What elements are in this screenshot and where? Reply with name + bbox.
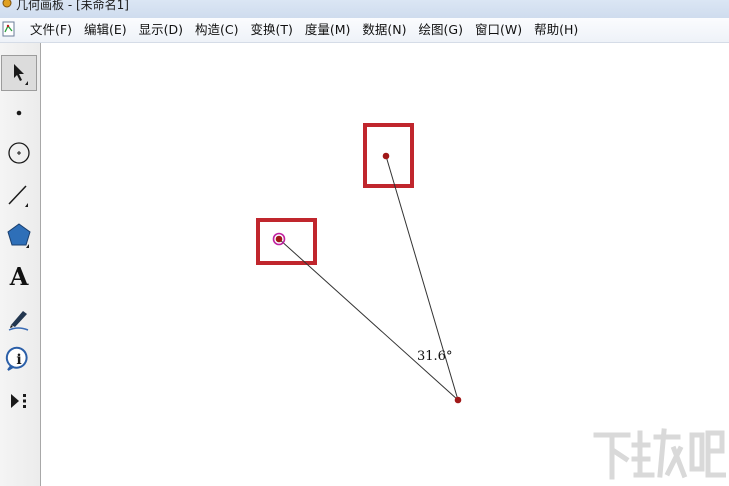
information-tool[interactable]: i [1, 341, 37, 377]
menu-measure[interactable]: 度量(M) [299, 22, 357, 38]
window-title: 几何画板 - [未命名1] [16, 0, 129, 12]
custom-tools-icon [11, 394, 26, 408]
custom-tool[interactable] [1, 383, 37, 419]
straightedge-tool[interactable] [1, 177, 37, 213]
polygon-tool[interactable] [1, 217, 37, 253]
menu-window[interactable]: 窗口(W) [469, 22, 528, 38]
angle-measurement[interactable]: 31.6° [417, 349, 452, 364]
app-window: 几何画板 - [未命名1] 文件(F) 编辑(E) 显示(D) 构造(C) 变换… [0, 0, 729, 486]
menu-display[interactable]: 显示(D) [133, 22, 189, 38]
menu-edit[interactable]: 编辑(E) [78, 22, 133, 38]
marker-pen-icon [8, 311, 29, 331]
line-segment-icon [8, 185, 28, 207]
information-icon: i [5, 346, 28, 371]
point-left[interactable] [275, 235, 283, 243]
highlight-box-left [256, 218, 317, 265]
watermark-logo [593, 428, 726, 480]
circle-icon [8, 142, 30, 164]
polygon-icon [7, 223, 31, 248]
document-icon[interactable] [2, 21, 16, 37]
menu-transform[interactable]: 变换(T) [244, 22, 298, 38]
sketch-canvas[interactable]: 31.6° [41, 43, 729, 486]
menu-file[interactable]: 文件(F) [24, 22, 78, 38]
svg-text:i: i [16, 352, 21, 368]
menu-bar: 文件(F) 编辑(E) 显示(D) 构造(C) 变换(T) 度量(M) 数据(N… [0, 18, 729, 43]
segment-left[interactable] [278, 238, 459, 401]
text-a-icon: A [9, 262, 29, 291]
menu-help[interactable]: 帮助(H) [528, 22, 584, 38]
marker-tool[interactable] [1, 301, 37, 337]
menu-construct[interactable]: 构造(C) [189, 22, 244, 38]
menu-data[interactable]: 数据(N) [356, 22, 412, 38]
menu-items: 文件(F) 编辑(E) 显示(D) 构造(C) 变换(T) 度量(M) 数据(N… [24, 22, 584, 38]
app-icon [2, 0, 12, 8]
compass-tool[interactable] [1, 135, 37, 171]
point-vertex[interactable] [454, 396, 462, 404]
point-upper[interactable] [382, 152, 390, 160]
toolbox: A i [0, 43, 41, 486]
point-tool[interactable] [1, 95, 37, 131]
arrow-tool[interactable] [1, 55, 37, 91]
arrow-select-icon [14, 64, 28, 85]
title-bar: 几何画板 - [未命名1] [0, 0, 729, 19]
point-icon [16, 110, 22, 116]
text-tool[interactable]: A [1, 259, 37, 295]
menu-graph[interactable]: 绘图(G) [413, 22, 469, 38]
sketch-drawing [256, 123, 462, 404]
